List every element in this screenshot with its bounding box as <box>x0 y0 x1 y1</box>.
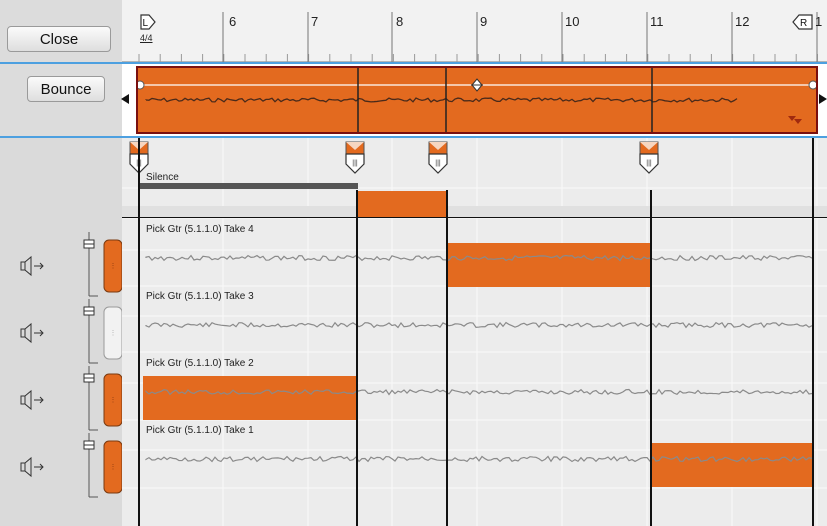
fader-icon[interactable] <box>83 433 98 498</box>
lane-label-take-4: Pick Gtr (5.1.1.0) Take 4 <box>146 224 254 235</box>
lane-enable-toggle[interactable]: ⋮ <box>103 239 122 293</box>
lane-label-take-3: Pick Gtr (5.1.1.0) Take 3 <box>146 291 254 302</box>
bar-number: 7 <box>311 14 319 29</box>
fader-icon[interactable] <box>83 299 98 364</box>
take-2-selected-region[interactable] <box>143 376 357 420</box>
bar-number: 10 <box>565 14 580 29</box>
bar-number: 11 <box>650 14 664 29</box>
lane-enable-toggle[interactable]: ⋮ <box>103 306 122 360</box>
svg-text:|||: ||| <box>646 160 652 167</box>
comp-marker-icon[interactable]: ||| <box>631 140 667 176</box>
svg-text:R: R <box>800 18 807 29</box>
silence-bar <box>138 183 358 189</box>
lane-controls: ⋮ <box>0 297 122 367</box>
lane-label-take-2: Pick Gtr (5.1.1.0) Take 2 <box>146 358 254 369</box>
right-locator-icon[interactable]: R <box>790 14 814 36</box>
silence-segment[interactable] <box>357 191 447 217</box>
svg-text:|||: ||| <box>435 160 441 167</box>
svg-text:⋮: ⋮ <box>110 330 117 337</box>
speaker-arrow-icon[interactable] <box>20 255 44 277</box>
lane-enable-toggle[interactable]: ⋮ <box>103 440 122 494</box>
svg-text:⋮: ⋮ <box>110 464 117 471</box>
comp-marker-icon[interactable]: ||| <box>337 140 373 176</box>
comp-end-line <box>812 138 814 526</box>
comp-editor: Close L 4/4 6 7 8 9 10 11 12 R 1 Bounce <box>0 0 827 526</box>
fader-icon[interactable] <box>83 232 98 297</box>
svg-text:⋮: ⋮ <box>110 397 117 404</box>
time-signature: 4/4 <box>140 33 153 43</box>
lane-label-take-1: Pick Gtr (5.1.1.0) Take 1 <box>146 425 254 436</box>
fade-icon <box>788 116 802 124</box>
svg-text:⋮: ⋮ <box>110 263 117 270</box>
comp-boundary-line <box>446 190 448 526</box>
lane-controls: ⋮ <box>0 431 122 501</box>
bar-number: 6 <box>229 14 237 29</box>
bar-number: 9 <box>480 14 488 29</box>
take-1-selected-region[interactable] <box>651 443 813 487</box>
close-button[interactable]: Close <box>7 26 111 52</box>
right-arrow-icon <box>819 94 827 104</box>
comp-boundary-line <box>356 190 358 526</box>
lane-controls: ⋮ <box>0 364 122 434</box>
ruler-ticks <box>138 12 818 62</box>
take-4-selected-region[interactable] <box>447 243 651 287</box>
left-arrow-icon <box>121 94 129 104</box>
lane-enable-toggle[interactable]: ⋮ <box>103 373 122 427</box>
lane-controls: ⋮ <box>0 230 122 300</box>
bar-number: 12 <box>735 14 750 29</box>
lane-separator <box>122 206 827 218</box>
comp-handle-icon <box>471 78 483 92</box>
speaker-arrow-icon[interactable] <box>20 322 44 344</box>
bar-number: 8 <box>396 14 404 29</box>
comp-marker-icon[interactable]: ||| <box>420 140 456 176</box>
speaker-arrow-icon[interactable] <box>20 456 44 478</box>
comp-boundary-line <box>650 190 652 526</box>
fader-icon[interactable] <box>83 366 98 431</box>
comp-start-line <box>138 138 140 526</box>
svg-text:|||: ||| <box>352 160 358 167</box>
speaker-arrow-icon[interactable] <box>20 389 44 411</box>
comp-region[interactable] <box>136 66 818 134</box>
silence-label: Silence <box>146 172 179 183</box>
svg-text:L: L <box>143 18 149 29</box>
comp-waveform <box>138 68 816 132</box>
ruler[interactable] <box>122 0 827 62</box>
bar-number: 1 <box>815 14 823 29</box>
bounce-button[interactable]: Bounce <box>27 76 105 102</box>
